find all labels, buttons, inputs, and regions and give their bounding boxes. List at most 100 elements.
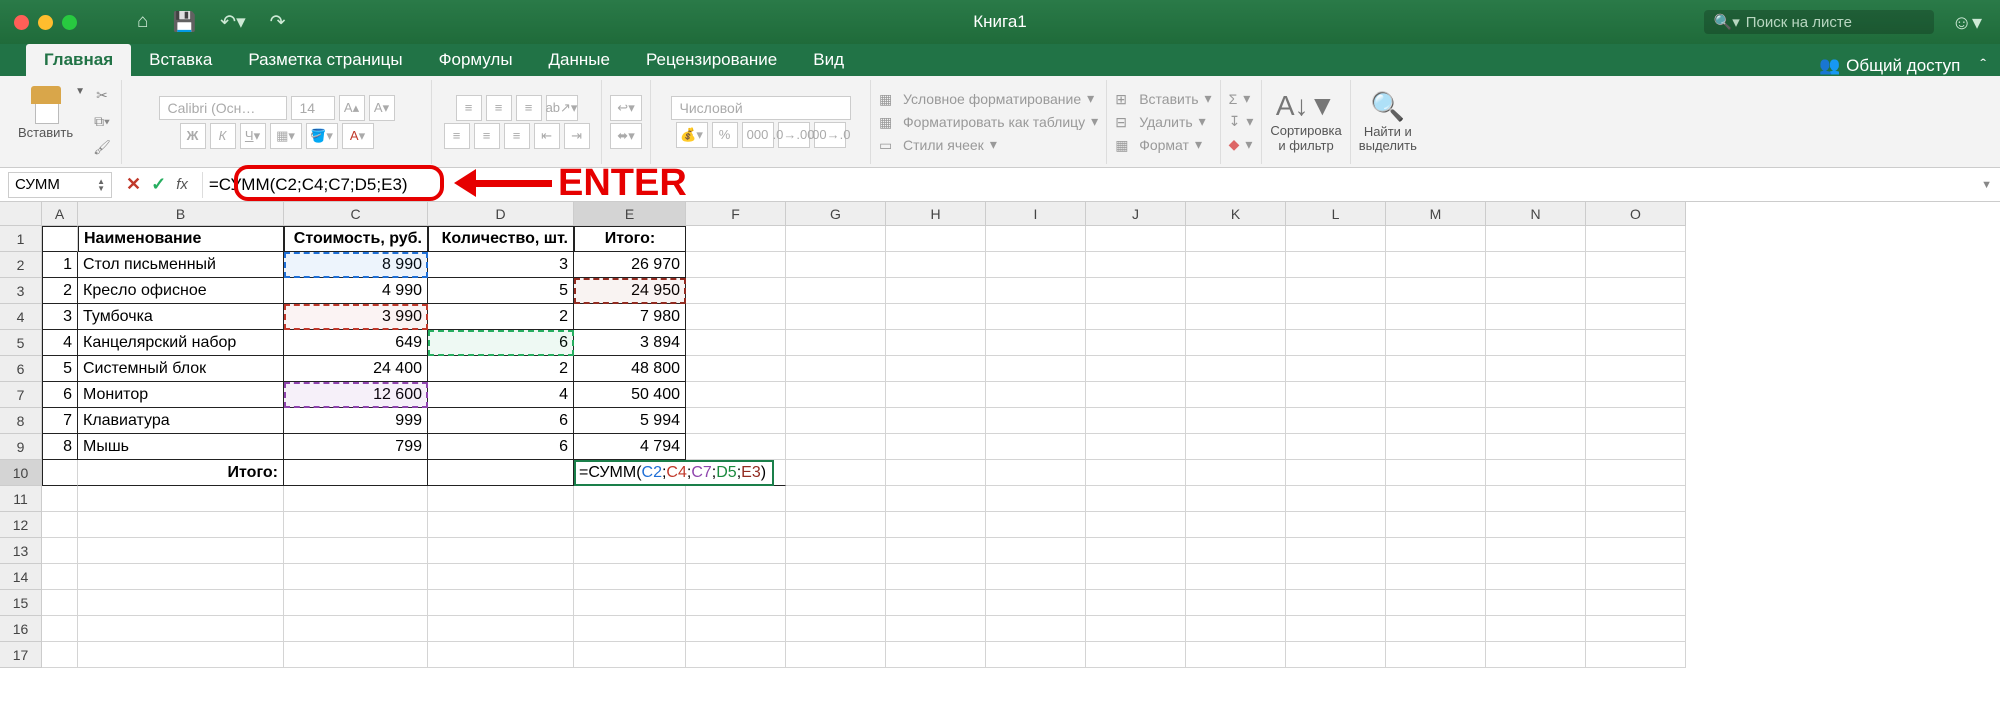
cell[interactable] bbox=[686, 278, 786, 304]
cell[interactable] bbox=[886, 616, 986, 642]
delete-cells-button[interactable]: ⊟Удалить▾ bbox=[1115, 113, 1211, 130]
row-header-9[interactable]: 9 bbox=[0, 434, 42, 460]
cell[interactable] bbox=[986, 304, 1086, 330]
cell[interactable] bbox=[1286, 642, 1386, 668]
cell[interactable]: 1 bbox=[42, 252, 78, 278]
col-header-l[interactable]: L bbox=[1286, 202, 1386, 226]
align-bottom-icon[interactable]: ≡ bbox=[516, 95, 542, 121]
collapse-ribbon-icon[interactable]: ˆ bbox=[1980, 56, 1986, 76]
cell[interactable] bbox=[786, 460, 886, 486]
cell[interactable] bbox=[1386, 590, 1486, 616]
tab-review[interactable]: Рецензирование bbox=[628, 44, 795, 76]
cell[interactable]: 4 794 bbox=[574, 434, 686, 460]
cell[interactable] bbox=[1286, 304, 1386, 330]
cell[interactable] bbox=[986, 408, 1086, 434]
cell[interactable] bbox=[1086, 226, 1186, 252]
sheet-search[interactable]: 🔍▾ Поиск на листе bbox=[1704, 10, 1934, 34]
cell[interactable] bbox=[686, 356, 786, 382]
cell[interactable] bbox=[1086, 590, 1186, 616]
cell[interactable] bbox=[1586, 278, 1686, 304]
cell[interactable] bbox=[42, 590, 78, 616]
cell[interactable]: 3 bbox=[428, 252, 574, 278]
tab-view[interactable]: Вид bbox=[795, 44, 862, 76]
cell[interactable] bbox=[786, 512, 886, 538]
cell[interactable] bbox=[284, 460, 428, 486]
cell[interactable] bbox=[1486, 564, 1586, 590]
col-header-k[interactable]: K bbox=[1186, 202, 1286, 226]
expand-formula-bar-icon[interactable]: ▼ bbox=[1981, 179, 1992, 191]
cell[interactable] bbox=[42, 226, 78, 252]
paste-icon[interactable] bbox=[29, 86, 63, 126]
redo-icon[interactable]: ↷ bbox=[270, 11, 286, 34]
insert-function-icon[interactable]: fx bbox=[176, 176, 188, 193]
cell[interactable] bbox=[78, 564, 284, 590]
cell[interactable]: 7 980 bbox=[574, 304, 686, 330]
cell[interactable] bbox=[428, 512, 574, 538]
font-color-icon[interactable]: A▾ bbox=[342, 123, 374, 149]
cell[interactable]: Клавиатура bbox=[78, 408, 284, 434]
merge-cells-icon[interactable]: ⬌▾ bbox=[610, 123, 642, 149]
spreadsheet-grid[interactable]: ABCDEFGHIJKLMNO 123456789101112131415161… bbox=[0, 202, 2000, 707]
cell[interactable] bbox=[886, 252, 986, 278]
cell[interactable]: 6 bbox=[428, 434, 574, 460]
cell[interactable] bbox=[1086, 278, 1186, 304]
cell[interactable] bbox=[1486, 356, 1586, 382]
cell[interactable] bbox=[1086, 434, 1186, 460]
cell[interactable] bbox=[786, 590, 886, 616]
cell[interactable] bbox=[686, 590, 786, 616]
cell[interactable] bbox=[986, 642, 1086, 668]
cell[interactable] bbox=[886, 512, 986, 538]
cell[interactable]: 12 600 bbox=[284, 382, 428, 408]
cell[interactable] bbox=[886, 642, 986, 668]
cell[interactable] bbox=[1186, 538, 1286, 564]
cell[interactable] bbox=[986, 226, 1086, 252]
cell[interactable] bbox=[1586, 356, 1686, 382]
cell[interactable] bbox=[886, 278, 986, 304]
cell[interactable] bbox=[42, 538, 78, 564]
borders-icon[interactable]: ▦▾ bbox=[270, 123, 302, 149]
cell[interactable] bbox=[1086, 616, 1186, 642]
row-header-17[interactable]: 17 bbox=[0, 642, 42, 668]
cell[interactable] bbox=[574, 642, 686, 668]
cell[interactable] bbox=[42, 642, 78, 668]
cell[interactable] bbox=[686, 486, 786, 512]
cell[interactable] bbox=[686, 382, 786, 408]
cell[interactable] bbox=[1086, 304, 1186, 330]
cell[interactable]: 4 990 bbox=[284, 278, 428, 304]
col-header-i[interactable]: I bbox=[986, 202, 1086, 226]
cell[interactable] bbox=[786, 538, 886, 564]
cell[interactable] bbox=[1086, 512, 1186, 538]
cell[interactable] bbox=[886, 486, 986, 512]
align-center-icon[interactable]: ≡ bbox=[474, 123, 500, 149]
cell[interactable] bbox=[1286, 356, 1386, 382]
cell[interactable] bbox=[284, 564, 428, 590]
cell[interactable] bbox=[428, 538, 574, 564]
row-header-6[interactable]: 6 bbox=[0, 356, 42, 382]
cell[interactable] bbox=[1386, 486, 1486, 512]
cell[interactable] bbox=[986, 382, 1086, 408]
cell[interactable] bbox=[786, 642, 886, 668]
cell[interactable] bbox=[1286, 616, 1386, 642]
cell[interactable] bbox=[1386, 538, 1486, 564]
cell[interactable] bbox=[1386, 304, 1486, 330]
cell[interactable]: 3 990 bbox=[284, 304, 428, 330]
cell[interactable] bbox=[1186, 356, 1286, 382]
minimize-window-icon[interactable] bbox=[38, 15, 53, 30]
align-left-icon[interactable]: ≡ bbox=[444, 123, 470, 149]
home-icon[interactable]: ⌂ bbox=[137, 11, 148, 33]
cell[interactable] bbox=[786, 564, 886, 590]
cell[interactable] bbox=[1086, 486, 1186, 512]
cell[interactable] bbox=[428, 616, 574, 642]
cell[interactable] bbox=[1586, 616, 1686, 642]
name-box-stepper-icon[interactable]: ▲▼ bbox=[97, 178, 105, 192]
save-icon[interactable]: 💾 bbox=[172, 10, 196, 34]
cell[interactable] bbox=[1086, 408, 1186, 434]
tab-home[interactable]: Главная bbox=[26, 44, 131, 76]
cell[interactable]: Итого: bbox=[78, 460, 284, 486]
cell[interactable] bbox=[1586, 564, 1686, 590]
cell[interactable] bbox=[428, 564, 574, 590]
cell[interactable] bbox=[1186, 642, 1286, 668]
cell[interactable]: Количество, шт. bbox=[428, 226, 574, 252]
cell[interactable] bbox=[284, 512, 428, 538]
cell[interactable] bbox=[986, 590, 1086, 616]
